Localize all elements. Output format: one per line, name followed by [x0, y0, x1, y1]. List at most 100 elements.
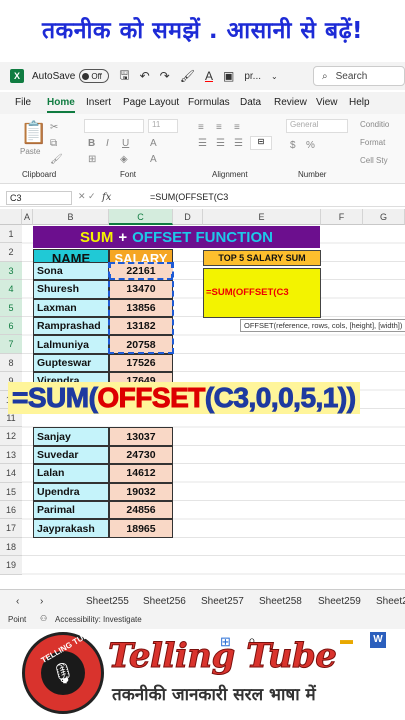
tab-next-icon[interactable]: ›	[40, 596, 43, 607]
row-header[interactable]: 4	[0, 280, 22, 299]
sheet-tab[interactable]: Sheet256	[143, 596, 186, 607]
bold-icon[interactable]: B	[88, 138, 95, 149]
chevron-down-icon[interactable]: ⌄	[271, 72, 278, 81]
formula-cell[interactable]: =SUM(OFFSET(C3	[203, 268, 321, 318]
align-bottom-icon[interactable]: ≡	[234, 122, 240, 133]
save-icon[interactable]: 🖫	[119, 66, 129, 87]
salary-cell[interactable]: 13182	[109, 317, 173, 336]
row-header[interactable]: 2	[0, 243, 22, 262]
name-cell[interactable]: Parimal	[33, 501, 109, 520]
name-cell[interactable]: Upendra	[33, 482, 109, 501]
align-center-icon[interactable]: ☰	[216, 138, 225, 149]
sheet-tab[interactable]: Sheet257	[201, 596, 244, 607]
tab-help[interactable]: Help	[349, 97, 370, 108]
formula-input[interactable]: =SUM(OFFSET(C3	[150, 192, 228, 202]
font-name-box[interactable]	[84, 119, 144, 133]
row-header[interactable]: 6	[0, 317, 22, 336]
select-all[interactable]	[0, 209, 22, 225]
cell-styles-button[interactable]: Cell Sty	[360, 156, 388, 165]
tab-formulas[interactable]: Formulas	[188, 97, 230, 108]
conditional-format-button[interactable]: Conditio	[360, 120, 389, 129]
col-header-c[interactable]: C	[109, 209, 173, 225]
fill-color-icon[interactable]: ◈	[120, 154, 128, 165]
name-cell[interactable]: Ramprashad	[33, 317, 109, 336]
top5-label[interactable]: TOP 5 SALARY SUM	[203, 250, 321, 266]
name-cell[interactable]: Suvedar	[33, 445, 109, 465]
row-header[interactable]: 17	[0, 519, 22, 538]
row-header[interactable]: 13	[0, 445, 22, 465]
name-cell[interactable]: Laxman	[33, 298, 109, 317]
row-header[interactable]: 14	[0, 464, 22, 483]
col-header-a[interactable]: A	[22, 209, 33, 225]
name-cell[interactable]: Shuresh	[33, 280, 109, 299]
italic-icon[interactable]: I	[106, 138, 109, 149]
number-format-box[interactable]: General	[286, 119, 348, 133]
format-painter-icon[interactable]: 🖌	[180, 69, 195, 83]
autosave-toggle[interactable]: Off	[79, 69, 110, 83]
sheet-tab[interactable]: Sheet258	[259, 596, 302, 607]
salary-cell[interactable]: 13470	[109, 280, 173, 299]
paste-label[interactable]: Paste	[20, 147, 40, 156]
font-color-icon[interactable]: A	[205, 69, 213, 83]
salary-cell[interactable]: 19032	[109, 482, 173, 501]
name-cell[interactable]: Jayprakash	[33, 519, 109, 538]
copy-icon[interactable]: ⧉	[50, 138, 57, 149]
undo-icon[interactable]: ↶	[140, 69, 150, 83]
row-header[interactable]: 15	[0, 482, 22, 501]
merge-icon[interactable]: ⊟	[250, 136, 272, 150]
name-cell[interactable]: Lalan	[33, 464, 109, 483]
row-header[interactable]: 16	[0, 501, 22, 520]
row-header[interactable]: 7	[0, 335, 22, 354]
row-header[interactable]: 3	[0, 261, 22, 281]
tab-prev-icon[interactable]: ‹	[16, 596, 19, 607]
currency-icon[interactable]: $	[290, 140, 296, 151]
font-grow-icon[interactable]: A	[150, 138, 157, 149]
salary-cell[interactable]: 22161	[109, 261, 173, 281]
salary-cell[interactable]: 14612	[109, 464, 173, 483]
row-header[interactable]: 12	[0, 427, 22, 446]
fx-icon[interactable]: fx	[102, 192, 111, 203]
tab-view[interactable]: View	[316, 97, 338, 108]
align-top-icon[interactable]: ≡	[198, 122, 204, 133]
salary-cell[interactable]: 24730	[109, 445, 173, 465]
salary-cell[interactable]: 20758	[109, 335, 173, 354]
row-header[interactable]: 8	[0, 353, 22, 373]
accessibility-status[interactable]: Accessibility: Investigate	[55, 615, 142, 624]
paste-icon[interactable]: 📋	[20, 120, 47, 146]
borders-icon[interactable]: ⊞	[88, 154, 96, 165]
align-middle-icon[interactable]: ≡	[216, 122, 222, 133]
col-header-f[interactable]: F	[321, 209, 363, 225]
tab-file[interactable]: File	[15, 97, 31, 108]
salary-cell[interactable]: 24856	[109, 501, 173, 520]
row-header[interactable]: 19	[0, 556, 22, 575]
sheet-tab[interactable]: Sheet2	[376, 596, 405, 607]
tab-page-layout[interactable]: Page Layout	[123, 97, 179, 108]
redo-icon[interactable]: ↷	[160, 69, 170, 83]
tab-home[interactable]: Home	[47, 97, 75, 113]
col-header-b[interactable]: B	[33, 209, 109, 225]
underline-icon[interactable]: U	[122, 138, 129, 149]
cut-icon[interactable]: ✂	[50, 122, 58, 133]
format-table-button[interactable]: Format	[360, 138, 385, 147]
sheet-tab[interactable]: Sheet259	[318, 596, 361, 607]
align-left-icon[interactable]: ☰	[198, 138, 207, 149]
col-header-g[interactable]: G	[363, 209, 405, 225]
align-right-icon[interactable]: ☰	[234, 138, 243, 149]
percent-icon[interactable]: %	[306, 140, 315, 151]
name-cell[interactable]: Gupteswar	[33, 353, 109, 373]
row-header[interactable]: 5	[0, 298, 22, 317]
font-color-icon[interactable]: A	[150, 154, 157, 165]
tab-data[interactable]: Data	[240, 97, 261, 108]
search-box[interactable]: ⌕ Search	[313, 66, 405, 86]
salary-cell[interactable]: 18965	[109, 519, 173, 538]
salary-cell[interactable]: 13856	[109, 298, 173, 317]
row-header[interactable]: 18	[0, 537, 22, 557]
name-cell[interactable]: Sona	[33, 261, 109, 281]
row-header[interactable]: 1	[0, 225, 22, 244]
name-cell[interactable]: Sanjay	[33, 427, 109, 446]
col-header-d[interactable]: D	[173, 209, 203, 225]
font-size-box[interactable]: 11	[148, 119, 178, 133]
image-icon[interactable]: ▣	[223, 69, 234, 83]
salary-cell[interactable]: 13037	[109, 427, 173, 446]
name-cell[interactable]: Lalmuniya	[33, 335, 109, 354]
